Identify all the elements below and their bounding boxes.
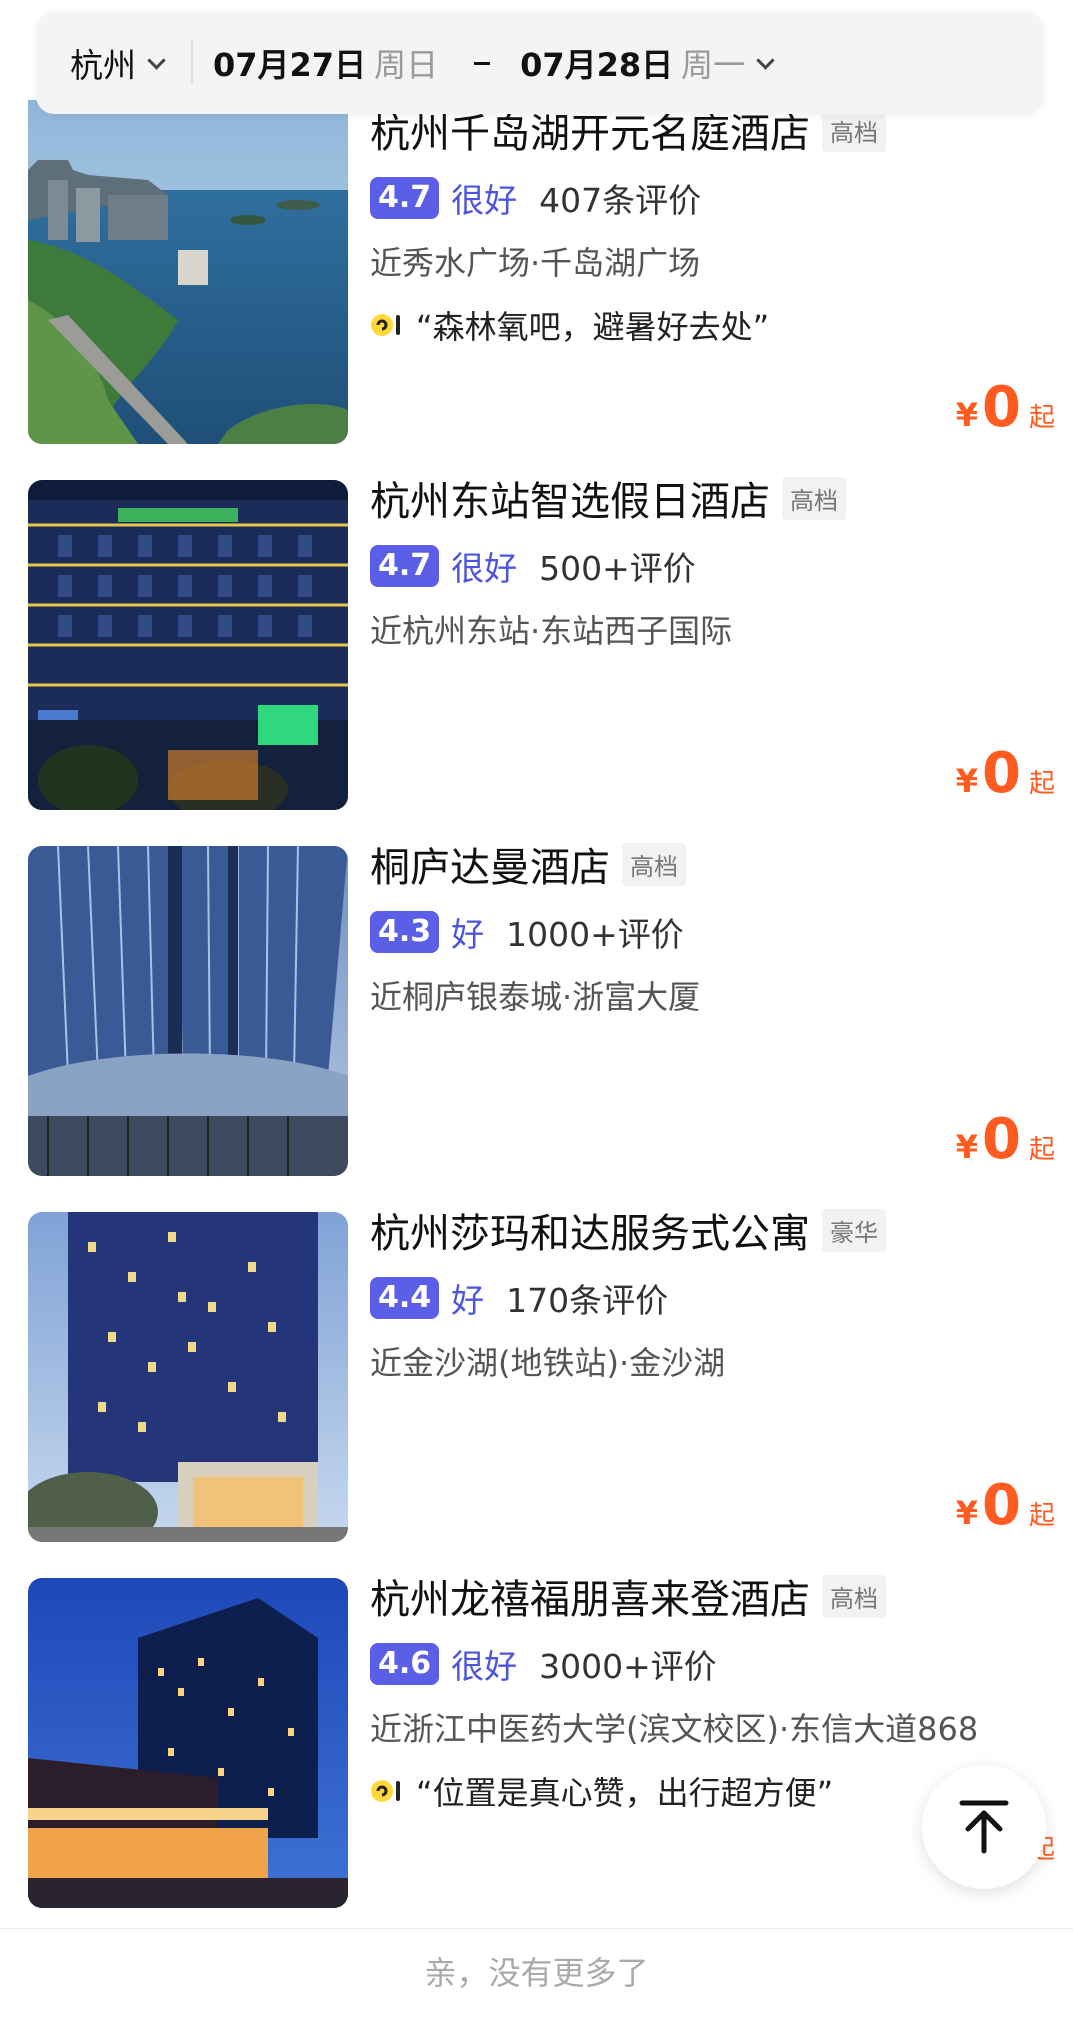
chevron-down-icon (756, 50, 775, 70)
currency-symbol: ¥ (955, 396, 979, 434)
city-selector[interactable]: 杭州 (70, 33, 166, 93)
price-value: 0 (982, 1107, 1021, 1172)
price: ¥ 0 起 (956, 1107, 1055, 1172)
rating-row: 4.3 好 1000+评价 (370, 908, 1053, 956)
review-quote: “森林氧吧，避暑好去处” (370, 302, 1053, 348)
checkin-date: 07月27日 (213, 46, 367, 84)
review-count: 3000+评价 (539, 1647, 717, 1686)
rating-row: 4.4 好 170条评价 (370, 1274, 1053, 1322)
hotel-info: 杭州莎玛和达服务式公寓 豪华 4.4 好 170条评价 近金沙湖(地铁站)·金沙… (370, 1194, 1053, 1384)
price-value: 0 (982, 375, 1021, 440)
rating-row: 4.6 很好 3000+评价 (370, 1640, 1053, 1688)
rating-row: 4.7 很好 500+评价 (370, 542, 1053, 590)
score-label: 好 (451, 915, 485, 954)
currency-symbol: ¥ (955, 1494, 979, 1532)
apartment-tower-photo (28, 1212, 348, 1542)
hotel-name[interactable]: 杭州东站智选假日酒店 (370, 469, 770, 527)
score-label: 很好 (451, 181, 518, 220)
hotel-info: 杭州东站智选假日酒店 高档 4.7 很好 500+评价 近杭州东站·东站西子国际 (370, 462, 1053, 652)
score-label: 好 (451, 1281, 485, 1320)
hotel-card[interactable]: 杭州龙禧福朋喜来登酒店 高档 4.6 很好 3000+评价 近浙江中医药大学(滨… (0, 1560, 1073, 1929)
score-label: 很好 (451, 549, 518, 588)
holiday-inn-photo (28, 480, 348, 810)
hotel-photo (28, 1212, 348, 1542)
location-text: 近金沙湖(地铁站)·金沙湖 (370, 1344, 726, 1382)
date-selector[interactable]: 07月27日 周日 07月28日 周一 (213, 40, 775, 86)
date-separator (474, 61, 491, 65)
location-text: 近浙江中医药大学(滨文校区)·东信大道868 (370, 1710, 979, 1748)
grade-tag: 高档 (782, 476, 846, 520)
hotel-name[interactable]: 杭州莎玛和达服务式公寓 (370, 1201, 810, 1259)
hotel-info: 杭州千岛湖开元名庭酒店 高档 4.7 很好 407条评价 近秀水广场·千岛湖广场… (370, 100, 1053, 348)
lake-resort-photo (28, 100, 348, 444)
currency-symbol: ¥ (955, 762, 979, 800)
review-count: 407条评价 (539, 181, 702, 220)
location-text: 近桐庐银泰城·浙富大厦 (370, 978, 701, 1016)
price-value: 0 (982, 1473, 1021, 1538)
name-row: 杭州龙禧福朋喜来登酒店 高档 (370, 1566, 1053, 1626)
hotel-card[interactable]: 杭州东站智选假日酒店 高档 4.7 很好 500+评价 近杭州东站·东站西子国际… (0, 462, 1073, 829)
score-label: 很好 (451, 1647, 518, 1686)
hotel-card[interactable]: 杭州莎玛和达服务式公寓 豪华 4.4 好 170条评价 近金沙湖(地铁站)·金沙… (0, 1194, 1073, 1561)
quote-text: “位置是真心赞，出行超方便” (416, 1774, 834, 1812)
name-row: 桐庐达曼酒店 高档 (370, 834, 1053, 894)
checkin-weekday: 周日 (374, 46, 439, 84)
price-suffix: 起 (1028, 1135, 1055, 1165)
name-row: 杭州东站智选假日酒店 高档 (370, 468, 1053, 528)
grade-tag: 豪华 (822, 1208, 886, 1252)
back-to-top-button[interactable] (922, 1765, 1046, 1889)
price-suffix: 起 (1028, 403, 1055, 433)
quote-text: “森林氧吧，避暑好去处” (416, 308, 770, 346)
hotel-photo (28, 846, 348, 1176)
price-suffix: 起 (1028, 1501, 1055, 1531)
search-bar: 杭州 07月27日 周日 07月28日 周一 (36, 12, 1044, 114)
grade-tag: 高档 (822, 108, 886, 152)
review-count: 500+评价 (539, 549, 696, 588)
hotel-card[interactable]: 桐庐达曼酒店 高档 4.3 好 1000+评价 近桐庐银泰城·浙富大厦 ¥ 0 … (0, 828, 1073, 1195)
price: ¥ 0 起 (956, 1473, 1055, 1538)
location-text: 近秀水广场·千岛湖广场 (370, 244, 701, 282)
name-row: 杭州莎玛和达服务式公寓 豪华 (370, 1200, 1053, 1260)
four-points-photo (28, 1578, 348, 1908)
hotel-photo (28, 100, 348, 444)
hotel-info: 桐庐达曼酒店 高档 4.3 好 1000+评价 近桐庐银泰城·浙富大厦 (370, 828, 1053, 1018)
score-badge: 4.7 (370, 545, 440, 587)
hotel-photo (28, 1578, 348, 1908)
checkout-date: 07月28日 (520, 46, 674, 84)
score-badge: 4.7 (370, 177, 440, 219)
city-label: 杭州 (70, 46, 136, 85)
price-suffix: 起 (1028, 769, 1055, 799)
price: ¥ 0 起 (956, 741, 1055, 806)
divider (191, 41, 193, 85)
tower-hotel-photo (28, 846, 348, 1176)
score-badge: 4.4 (370, 1277, 440, 1319)
hotel-name[interactable]: 杭州龙禧福朋喜来登酒店 (370, 1567, 810, 1625)
review-count: 1000+评价 (506, 915, 684, 954)
hotel-photo (28, 480, 348, 810)
hotel-name[interactable]: 桐庐达曼酒店 (370, 835, 610, 893)
price: ¥ 0 起 (956, 375, 1055, 440)
grade-tag: 高档 (622, 842, 686, 886)
rating-row: 4.7 很好 407条评价 (370, 174, 1053, 222)
quote-mark-icon (371, 1780, 400, 1802)
chevron-down-icon (147, 50, 166, 70)
hotel-card[interactable]: 杭州千岛湖开元名庭酒店 高档 4.7 很好 407条评价 近秀水广场·千岛湖广场… (0, 100, 1073, 463)
price-value: 0 (982, 741, 1021, 806)
checkout-weekday: 周一 (681, 46, 746, 84)
currency-symbol: ¥ (955, 1128, 979, 1166)
review-count: 170条评价 (506, 1281, 669, 1320)
grade-tag: 高档 (822, 1574, 886, 1618)
arrow-up-icon (959, 1800, 1009, 1854)
quote-mark-icon (371, 314, 400, 336)
score-badge: 4.6 (370, 1643, 440, 1685)
score-badge: 4.3 (370, 911, 440, 953)
location-text: 近杭州东站·东站西子国际 (370, 612, 733, 650)
end-of-list-text: 亲，没有更多了 (424, 1954, 649, 1992)
